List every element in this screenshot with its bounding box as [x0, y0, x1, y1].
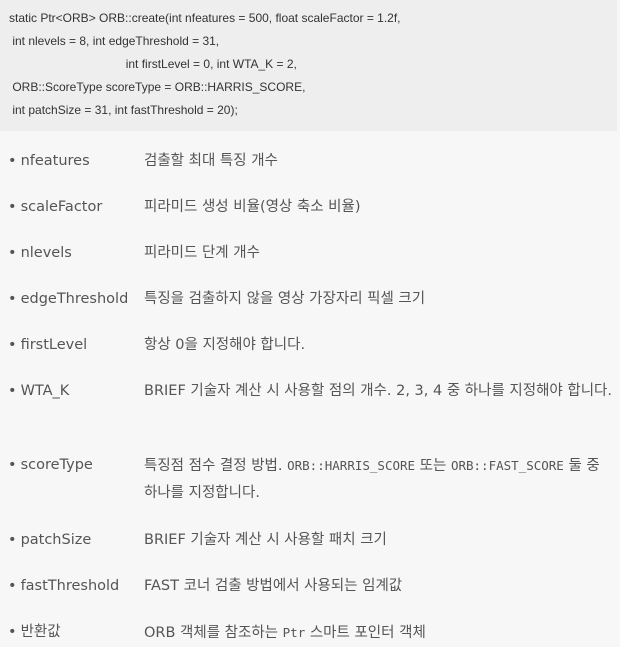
bullet: •: [8, 383, 17, 399]
param-name: • scaleFactor: [8, 199, 103, 215]
bullet: •: [8, 337, 17, 353]
inline-code: ORB::HARRIS_SCORE: [287, 458, 416, 473]
param-desc: BRIEF 기술자 계산 시 사용할 패치 크기: [144, 532, 387, 548]
param-name: • nfeatures: [8, 153, 90, 169]
param-name: • scoreType: [8, 457, 93, 473]
param-name: • firstLevel: [8, 337, 88, 353]
param-name: • edgeThreshold: [8, 291, 129, 307]
param-desc: 특징점 점수 결정 방법. ORB::HARRIS_SCORE 또는 ORB::…: [144, 458, 600, 501]
bullet: •: [8, 245, 17, 261]
code-line: int firstLevel = 0, int WTA_K = 2,: [9, 57, 297, 71]
param-name: • nlevels: [8, 245, 72, 261]
code-line: ORB::ScoreType scoreType = ORB::HARRIS_S…: [9, 80, 306, 94]
bullet: •: [8, 624, 17, 640]
bullet: •: [8, 199, 17, 215]
param-desc: BRIEF 기술자 계산 시 사용할 점의 개수. 2, 3, 4 중 하나를 …: [144, 383, 612, 399]
param-name: • 반환값: [8, 624, 61, 640]
param-name: • WTA_K: [8, 383, 70, 399]
inline-code: Ptr: [282, 625, 306, 640]
bullet: •: [8, 532, 17, 548]
param-desc: 항상 0을 지정해야 합니다.: [144, 337, 306, 353]
param-desc: 특징을 검출하지 않을 영상 가장자리 픽셀 크기: [144, 291, 426, 307]
bullet: •: [8, 578, 17, 594]
bullet: •: [8, 153, 17, 169]
code-block: static Ptr<ORB> ORB::create(int nfeature…: [0, 0, 617, 131]
param-desc: 피라미드 생성 비율(영상 축소 비율): [144, 199, 361, 215]
param-name: • fastThreshold: [8, 578, 120, 594]
bullet: •: [8, 291, 17, 307]
param-desc: 피라미드 단계 개수: [144, 245, 260, 261]
code-line: static Ptr<ORB> ORB::create(int nfeature…: [9, 11, 401, 25]
inline-code: ORB::FAST_SCORE: [450, 458, 564, 473]
code-line: int nlevels = 8, int edgeThreshold = 31,: [9, 34, 220, 48]
param-desc: ORB 객체를 참조하는 Ptr 스마트 포인터 객체: [144, 625, 426, 641]
param-desc: 검출할 최대 특징 개수: [144, 153, 278, 169]
bullet: •: [8, 457, 17, 473]
code-line: int patchSize = 31, int fastThreshold = …: [9, 103, 238, 117]
param-name: • patchSize: [8, 532, 92, 548]
param-desc: FAST 코너 검출 방법에서 사용되는 임계값: [144, 578, 403, 594]
